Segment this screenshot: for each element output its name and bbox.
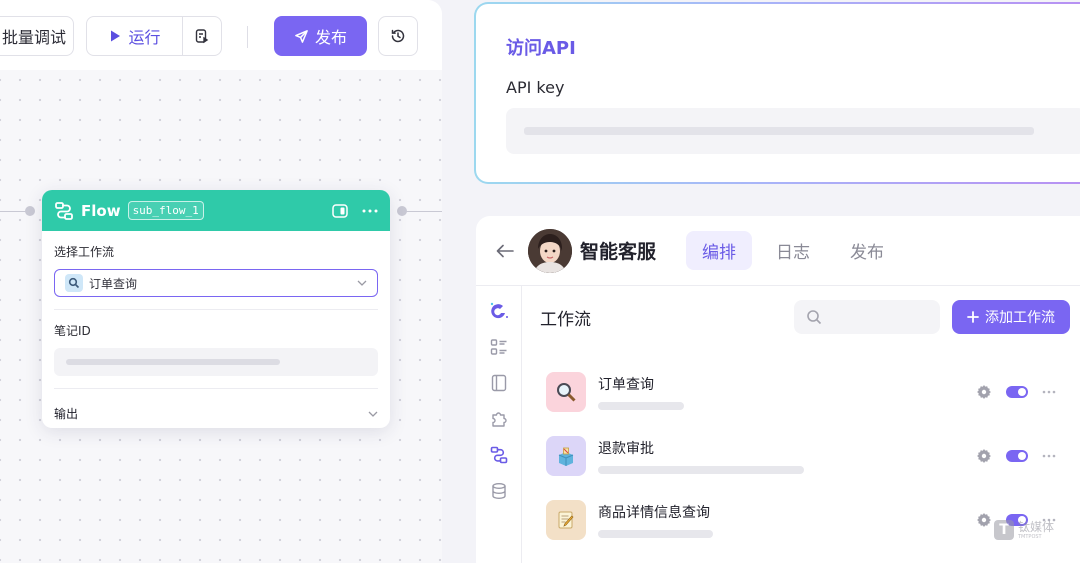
- flow-icon: [54, 201, 74, 221]
- flow-node-id-tag: sub_flow_1: [127, 201, 204, 220]
- divider: [54, 309, 378, 310]
- plus-icon: [967, 311, 979, 323]
- flow-node[interactable]: Flow sub_flow_1 选择工作流 订单查询 笔记ID 输出: [42, 190, 390, 428]
- plugin-puzzle-icon[interactable]: [488, 408, 510, 430]
- workflow-name: 退款审批: [598, 441, 654, 457]
- workflow-section-title: 工作流: [540, 309, 591, 330]
- more-options-icon[interactable]: [362, 209, 378, 213]
- add-workflow-button[interactable]: 添加工作流: [952, 300, 1070, 334]
- tab-publish[interactable]: 发布: [834, 231, 900, 270]
- agent-name: 智能客服: [580, 241, 657, 263]
- note-id-placeholder-bar: [66, 359, 280, 365]
- database-icon[interactable]: [488, 480, 510, 502]
- history-icon: [390, 28, 406, 44]
- chevron-down-icon: [357, 280, 367, 286]
- workflow-toggle[interactable]: [1006, 386, 1028, 398]
- run-options-button[interactable]: [183, 17, 221, 55]
- workflow-name: 订单查询: [598, 377, 654, 393]
- more-options-icon[interactable]: [1042, 390, 1056, 394]
- note-id-input[interactable]: [54, 348, 378, 376]
- list-item[interactable]: 订单查询: [546, 360, 1056, 424]
- workflow-search-input[interactable]: [794, 300, 940, 334]
- run-button[interactable]: 运行: [87, 17, 183, 55]
- tab-arrange[interactable]: 编排: [686, 231, 753, 270]
- canvas-toolbar: 批量调试 运行 发布: [0, 0, 442, 70]
- api-card-title: 访问API: [506, 38, 576, 59]
- watermark-t-icon: T: [994, 520, 1014, 540]
- list-item[interactable]: 退款审批: [546, 424, 1056, 488]
- version-history-button[interactable]: [378, 16, 418, 56]
- gear-icon[interactable]: [976, 384, 992, 400]
- send-icon: [294, 29, 309, 44]
- ballot-box-icon: [546, 436, 586, 476]
- selected-workflow-value: 订单查询: [89, 276, 138, 291]
- api-access-card: 访问API API key: [474, 2, 1080, 184]
- panel-toggle-icon[interactable]: [332, 203, 348, 218]
- api-key-field[interactable]: [506, 108, 1080, 154]
- select-workflow-label: 选择工作流: [54, 245, 115, 259]
- chevron-down-icon: [368, 411, 378, 417]
- back-arrow-icon[interactable]: [496, 244, 514, 258]
- workflow-description-placeholder: [598, 530, 713, 538]
- divider: [54, 388, 378, 389]
- watermark-text: 钛媒体: [1018, 519, 1055, 534]
- api-key-label: API key: [506, 78, 565, 97]
- watermark-logo: T 钛媒体 TMTPOST: [994, 520, 1054, 540]
- list-item[interactable]: 商品详情信息查询: [546, 488, 1056, 552]
- batch-debug-label: 批量调试: [1, 28, 66, 47]
- workflow-name: 商品详情信息查询: [598, 505, 710, 521]
- agent-tabs: 编排 日志 发布: [686, 231, 900, 270]
- agent-header: 智能客服 编排 日志 发布: [476, 216, 1080, 286]
- workflow-icon[interactable]: [488, 444, 510, 466]
- workflow-list: 订单查询 退款审批 商品详情信息查询: [546, 360, 1056, 552]
- book-icon[interactable]: [488, 372, 510, 394]
- run-history-icon: [194, 28, 210, 44]
- memo-icon: [546, 500, 586, 540]
- play-icon: [108, 29, 122, 43]
- tab-logs[interactable]: 日志: [760, 231, 826, 270]
- output-label: 输出: [54, 407, 79, 421]
- output-section[interactable]: 输出: [54, 405, 378, 422]
- workflow-section-header: 工作流 添加工作流: [540, 300, 1070, 334]
- flow-node-title: Flow: [81, 201, 121, 220]
- search-icon: [806, 309, 822, 325]
- add-workflow-label: 添加工作流: [985, 310, 1055, 326]
- input-port[interactable]: [25, 206, 35, 216]
- output-port[interactable]: [397, 206, 407, 216]
- prompt-list-icon[interactable]: [488, 336, 510, 358]
- agent-panel: 智能客服 编排 日志 发布 工作流 添加工作流 订单查询 退款审批 商品详情信息…: [476, 216, 1080, 563]
- agent-avatar: [528, 228, 572, 273]
- run-label: 运行: [128, 28, 161, 47]
- gear-icon[interactable]: [976, 448, 992, 464]
- workflow-toggle[interactable]: [1006, 450, 1028, 462]
- publish-button[interactable]: 发布: [274, 16, 367, 56]
- flow-node-header[interactable]: Flow sub_flow_1: [42, 190, 390, 231]
- watermark-subtext: TMTPOST: [1018, 533, 1042, 540]
- note-id-label: 笔记ID: [54, 324, 91, 338]
- flow-node-body: 选择工作流 订单查询 笔记ID 输出: [42, 231, 390, 428]
- more-options-icon[interactable]: [1042, 454, 1056, 458]
- gear-icon[interactable]: [976, 512, 992, 528]
- ai-assistant-icon[interactable]: [488, 300, 510, 322]
- workflow-description-placeholder: [598, 402, 684, 410]
- run-button-group: 运行: [86, 16, 222, 56]
- toolbar-divider: [247, 26, 248, 48]
- magnifier-icon: [65, 274, 83, 292]
- batch-debug-button[interactable]: 批量调试: [0, 16, 74, 56]
- magnifier-icon: [546, 372, 586, 412]
- side-rail: [476, 286, 522, 563]
- workflow-select[interactable]: 订单查询: [54, 269, 378, 297]
- publish-label: 发布: [314, 28, 347, 47]
- workflow-description-placeholder: [598, 466, 804, 474]
- api-key-placeholder-bar: [524, 127, 1034, 135]
